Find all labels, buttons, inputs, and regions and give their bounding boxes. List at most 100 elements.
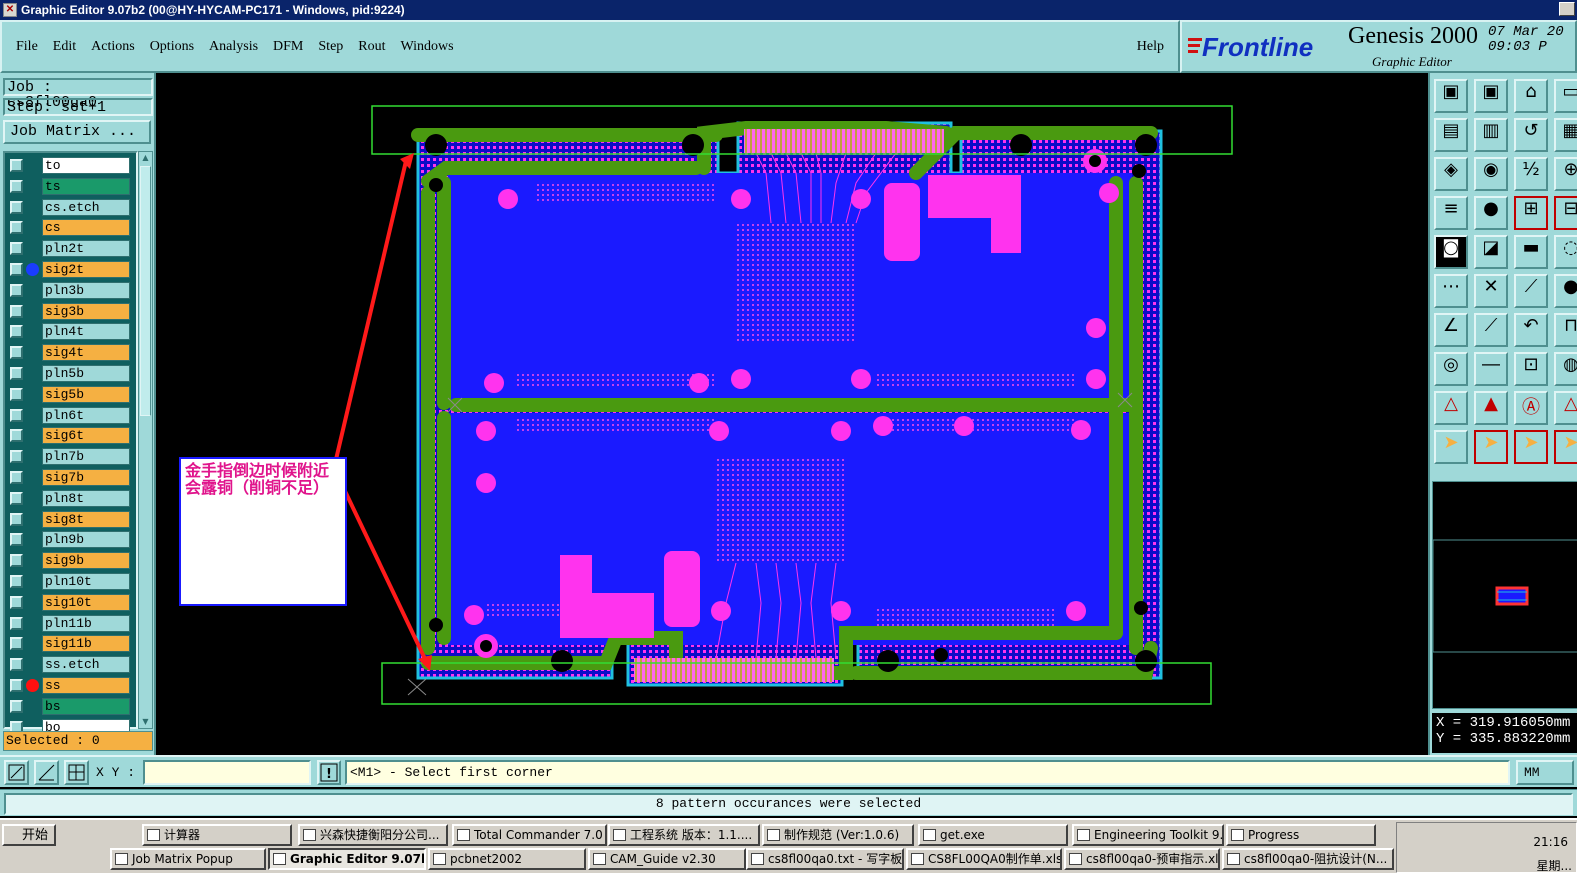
layer-row[interactable]: sig2t bbox=[8, 261, 132, 278]
taskbar-button[interactable]: Total Commander 7.0 p... bbox=[452, 824, 607, 846]
point-icon[interactable]: ◎ bbox=[1434, 352, 1468, 386]
layer-checkbox[interactable] bbox=[10, 699, 23, 713]
units-button[interactable]: MM bbox=[1516, 760, 1574, 785]
rout-icon[interactable]: ⊓ bbox=[1554, 313, 1577, 347]
delete-icon[interactable]: ✕ bbox=[1474, 274, 1508, 308]
scale-icon[interactable]: ½ bbox=[1514, 157, 1548, 191]
layer-checkbox[interactable] bbox=[10, 491, 23, 505]
layer-row[interactable]: pln11b bbox=[8, 614, 132, 632]
layer-checkbox[interactable] bbox=[10, 346, 23, 360]
pin-icon[interactable]: ● bbox=[1474, 196, 1508, 230]
layer-name[interactable]: sig7b bbox=[42, 469, 130, 486]
taskbar-button[interactable]: get.exe bbox=[918, 824, 1068, 846]
layer-row[interactable]: to bbox=[8, 157, 132, 174]
layer-name[interactable]: pln3b bbox=[42, 281, 130, 299]
layer-name[interactable]: ts bbox=[42, 177, 130, 195]
layer-row[interactable]: pln3b bbox=[8, 281, 132, 299]
layer-row[interactable]: sig9b bbox=[8, 552, 132, 570]
layer-checkbox[interactable] bbox=[10, 679, 23, 692]
taskbar-button[interactable]: Graphic Editor 9.07b2... bbox=[268, 848, 426, 870]
layer-row[interactable]: sig5b bbox=[8, 385, 132, 403]
taskbar-button[interactable]: Engineering Toolkit 9.0... bbox=[1072, 824, 1224, 846]
measure-icon[interactable]: ⊡ bbox=[1514, 352, 1548, 386]
layer-row[interactable]: sig7b bbox=[8, 469, 132, 486]
layer-row[interactable]: cs bbox=[8, 219, 132, 237]
layer-row[interactable]: pln10t bbox=[8, 573, 132, 590]
layer-checkbox[interactable] bbox=[10, 242, 23, 256]
line-free-icon[interactable]: ⟋ bbox=[1474, 313, 1508, 347]
layer-name[interactable]: sig9b bbox=[42, 552, 130, 570]
layer-checkbox[interactable] bbox=[10, 595, 23, 609]
taskbar-button[interactable]: 兴森快捷衡阳分公司... bbox=[298, 824, 448, 846]
taskbar-button[interactable]: CAM_Guide v2.30 bbox=[588, 848, 746, 870]
layer-name[interactable]: ss.etch bbox=[42, 656, 130, 674]
layer-row[interactable]: cs.etch bbox=[8, 198, 132, 216]
layer-name[interactable]: sig8t bbox=[42, 510, 130, 528]
layer-row[interactable]: sig4t bbox=[8, 344, 132, 362]
layer-name[interactable]: cs.etch bbox=[42, 198, 130, 216]
layer-row[interactable]: pln5b bbox=[8, 365, 132, 382]
xy-input[interactable] bbox=[143, 760, 311, 785]
fit-icon[interactable]: ◈ bbox=[1434, 157, 1468, 191]
connect-icon[interactable]: ⋯ bbox=[1434, 274, 1468, 308]
layer-name[interactable]: pln8t bbox=[42, 489, 130, 507]
layer-list-scrollbar[interactable]: ▲ ▼ bbox=[138, 151, 153, 729]
triangle-a-icon[interactable]: Ⓐ bbox=[1514, 391, 1548, 425]
triangle-icon[interactable]: △ bbox=[1434, 391, 1468, 425]
snap-alt-icon[interactable]: ⊟ bbox=[1554, 196, 1577, 230]
menu-analysis[interactable]: Analysis bbox=[209, 39, 258, 55]
layer-checkbox[interactable] bbox=[10, 471, 23, 484]
layer-checkbox[interactable] bbox=[10, 263, 23, 276]
layer-row[interactable]: sig8t bbox=[8, 510, 132, 528]
layer-name[interactable]: sig10t bbox=[42, 593, 130, 611]
pointer-sel-icon[interactable]: ➤ bbox=[1474, 430, 1508, 464]
taskbar-button[interactable]: 工程系统 版本：1.1.... bbox=[608, 824, 760, 846]
undo-icon[interactable]: ↺ bbox=[1514, 118, 1548, 152]
menu-options[interactable]: Options bbox=[150, 39, 194, 55]
move-in-icon[interactable]: ▤ bbox=[1434, 118, 1468, 152]
layer-name[interactable]: sig4t bbox=[42, 344, 130, 362]
scroll-up-icon[interactable]: ▲ bbox=[140, 153, 151, 163]
menu-dfm[interactable]: DFM bbox=[273, 39, 303, 55]
layer-checkbox[interactable] bbox=[10, 554, 23, 568]
menu-step[interactable]: Step bbox=[318, 39, 343, 55]
layer-checkbox[interactable] bbox=[10, 533, 23, 547]
settings-icon[interactable]: ≡ bbox=[1434, 196, 1468, 230]
layer-checkbox[interactable] bbox=[10, 658, 23, 672]
taskbar-button[interactable]: pcbnet2002 bbox=[428, 848, 586, 870]
taskbar-button[interactable]: cs8fl00qa0.txt - 写字板 bbox=[746, 848, 904, 870]
taskbar-button[interactable]: cs8fl00qa0-阻抗设计(N... bbox=[1222, 848, 1394, 870]
layer-row[interactable]: pln4t bbox=[8, 323, 132, 341]
layer-name[interactable]: pln9b bbox=[42, 531, 130, 549]
menu-file[interactable]: File bbox=[16, 39, 38, 55]
layer-row[interactable]: sig6t bbox=[8, 427, 132, 445]
layer-name[interactable]: bs bbox=[42, 697, 130, 715]
layer-row[interactable]: ss bbox=[8, 677, 132, 694]
layer-checkbox[interactable] bbox=[10, 200, 23, 214]
layer-row[interactable]: sig10t bbox=[8, 593, 132, 611]
node-icon[interactable]: ● bbox=[1554, 274, 1577, 308]
arc-icon[interactable]: ↶ bbox=[1514, 313, 1548, 347]
triangle-fill-icon[interactable]: ▲ bbox=[1474, 391, 1508, 425]
layer-checkbox[interactable] bbox=[10, 450, 23, 464]
layer-row[interactable]: pln8t bbox=[8, 489, 132, 507]
layer-row[interactable]: ts bbox=[8, 177, 132, 195]
taskbar-button[interactable]: Job Matrix Popup bbox=[110, 848, 266, 870]
layer-name[interactable]: pln2t bbox=[42, 240, 130, 258]
menu-windows[interactable]: Windows bbox=[401, 39, 454, 55]
layer-name[interactable]: sig6t bbox=[42, 427, 130, 445]
layer-checkbox[interactable] bbox=[10, 325, 23, 339]
layer-checkbox[interactable] bbox=[10, 283, 23, 297]
layer-name[interactable]: sig11b bbox=[42, 635, 130, 653]
alert-icon[interactable]: ! bbox=[317, 760, 341, 785]
layer-checkbox[interactable] bbox=[10, 616, 23, 630]
layer-checkbox[interactable] bbox=[10, 575, 23, 588]
layer-checkbox[interactable] bbox=[10, 637, 23, 651]
pad-icon[interactable]: ◙ bbox=[1434, 235, 1468, 269]
line-icon[interactable]: ⟋ bbox=[1514, 274, 1548, 308]
pointer-alt-icon[interactable]: ➤ bbox=[1554, 430, 1577, 464]
layer-checkbox[interactable] bbox=[10, 408, 23, 422]
line-angle-icon[interactable]: ∠ bbox=[1434, 313, 1468, 347]
layer-row[interactable]: ss.etch bbox=[8, 656, 132, 674]
circle-icon[interactable]: ◌ bbox=[1554, 235, 1577, 269]
